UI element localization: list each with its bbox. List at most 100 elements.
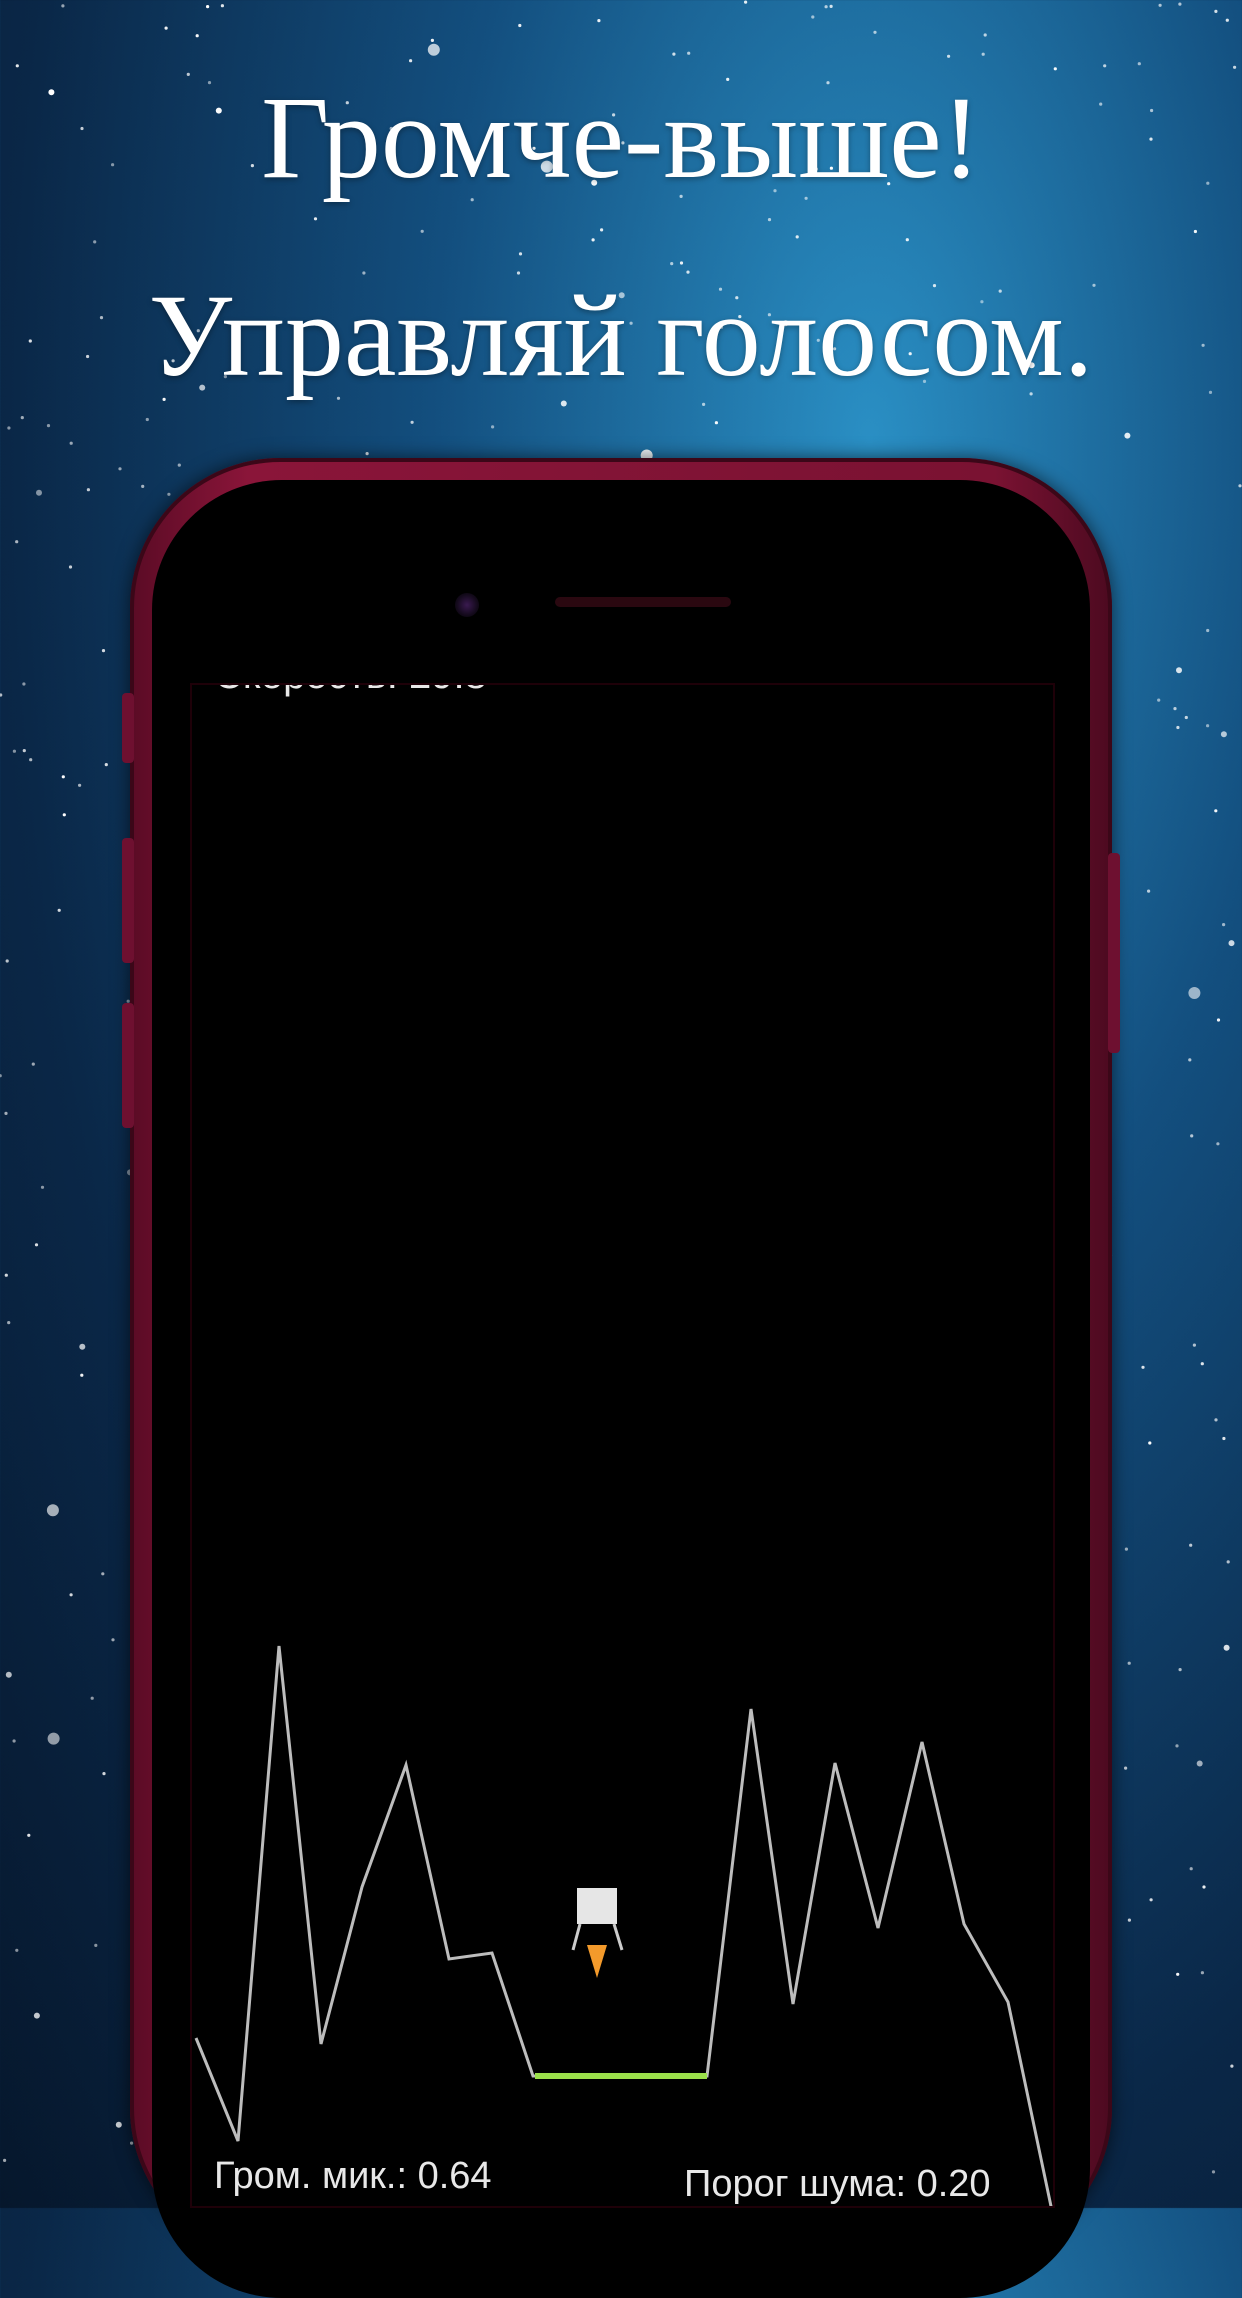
star: [1223, 1644, 1230, 1651]
star: [68, 565, 73, 569]
star: [1233, 65, 1237, 69]
star: [46, 424, 51, 428]
star: [195, 34, 199, 38]
star: [130, 2141, 134, 2145]
star: [12, 749, 16, 753]
star: [811, 15, 815, 19]
star: [1189, 1867, 1193, 1871]
star: [518, 252, 523, 256]
star: [1188, 987, 1201, 999]
star: [983, 33, 987, 37]
star: [1176, 725, 1180, 730]
promo-title: Громче-выше!: [261, 72, 981, 203]
star: [1176, 667, 1182, 674]
star: [93, 240, 97, 244]
star: [118, 467, 122, 471]
star: [905, 238, 909, 242]
star: [69, 441, 73, 445]
star: [1206, 724, 1210, 728]
star: [36, 489, 42, 496]
star: [1230, 2064, 1234, 2068]
star: [1175, 1744, 1179, 1748]
star: [1189, 1543, 1193, 1547]
star: [1214, 1418, 1218, 1422]
star: [33, 2012, 40, 2019]
star: [313, 217, 318, 221]
star: [115, 2121, 122, 2128]
star: [46, 1504, 59, 1517]
mic-volume-readout: Гром. мик.: 0.64: [214, 2155, 492, 2197]
star: [1178, 1668, 1182, 1672]
star: [1222, 1436, 1226, 1441]
star: [1149, 1898, 1153, 1902]
star: [111, 1638, 115, 1642]
star: [3, 2158, 7, 2162]
star: [1220, 731, 1227, 738]
star: [12, 1739, 16, 1743]
star: [829, 4, 833, 8]
star: [1124, 1766, 1128, 1770]
star: [22, 682, 26, 686]
star: [78, 783, 82, 787]
star: [27, 1833, 31, 1837]
star: [410, 420, 414, 424]
star: [365, 452, 369, 456]
star: [1214, 9, 1218, 13]
star: [597, 19, 601, 23]
star: [1190, 1134, 1194, 1138]
star: [1192, 1343, 1196, 1347]
star: [86, 488, 90, 492]
star: [600, 228, 604, 232]
volume-up-button: [122, 838, 134, 963]
star: [220, 4, 224, 8]
star: [94, 1943, 98, 1947]
star: [1148, 1441, 1152, 1445]
star: [104, 763, 108, 767]
star: [1124, 432, 1131, 439]
lander-icon: [571, 1888, 624, 1951]
star: [420, 229, 424, 233]
star: [1214, 809, 1218, 813]
star: [1238, 484, 1242, 488]
star: [164, 26, 168, 30]
star: [102, 1772, 106, 1776]
star: [767, 218, 772, 222]
star: [4, 1111, 8, 1115]
star: [141, 484, 145, 488]
star: [409, 59, 413, 63]
star: [177, 463, 181, 467]
star: [591, 238, 595, 242]
power-button: [1108, 853, 1120, 1053]
star: [15, 1948, 19, 1952]
star: [34, 1243, 39, 1247]
star: [5, 959, 9, 963]
star: [145, 417, 149, 422]
star: [1196, 1760, 1203, 1767]
thruster-flame-icon: [587, 1945, 607, 1978]
star: [0, 693, 3, 697]
star: [1211, 2170, 1216, 2174]
promo-subtitle: Управляй голосом.: [148, 270, 1094, 401]
star: [1200, 1971, 1204, 1975]
earpiece-speaker: [555, 597, 731, 607]
star: [167, 492, 171, 496]
star: [62, 813, 66, 817]
game-screen[interactable]: Скорость: 29.8 Гром. мик.: 0.64 Порог шу…: [190, 683, 1055, 2208]
star: [824, 5, 828, 9]
star: [1216, 1018, 1221, 1022]
star: [1127, 1918, 1131, 1922]
star: [1202, 1885, 1206, 1889]
noise-threshold-readout: Порог шума: 0.20: [684, 2163, 991, 2205]
star: [4, 1273, 8, 1277]
star: [90, 1696, 94, 1700]
star: [0, 1074, 2, 1078]
star: [427, 43, 440, 56]
star: [672, 52, 676, 56]
silent-switch: [122, 693, 134, 763]
star: [206, 5, 210, 9]
game-canvas: [194, 1645, 1053, 2206]
star: [1176, 1972, 1180, 1976]
star: [1158, 3, 1162, 7]
star: [1184, 715, 1188, 720]
terrain-line: [194, 1645, 1053, 2206]
